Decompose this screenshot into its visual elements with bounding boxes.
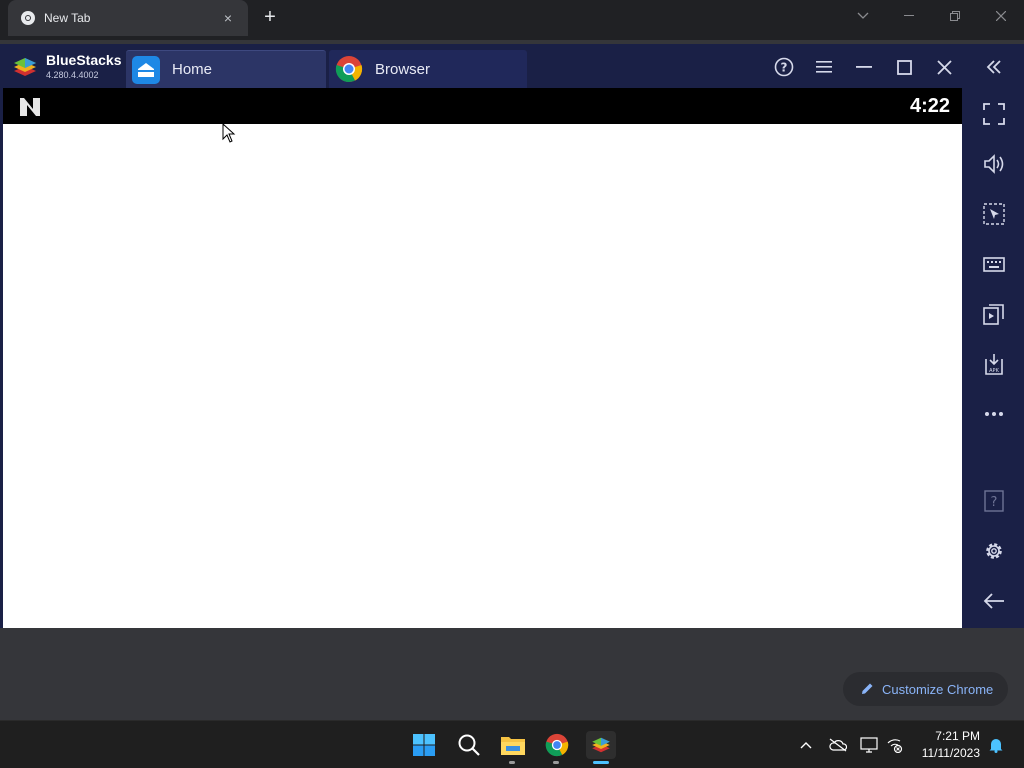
pencil-icon — [862, 683, 873, 694]
chevron-down-icon — [857, 12, 869, 19]
back-button[interactable] — [981, 588, 1007, 614]
chrome-tab-close-button[interactable]: × — [220, 10, 236, 26]
bluestacks-sidebar: APK ? — [964, 46, 1022, 628]
chrome-favicon-icon — [21, 11, 35, 25]
keyboard-icon — [983, 257, 1005, 272]
bluestacks-title-bar: BlueStacks 4.280.4.4002 Home Browser ? — [2, 46, 964, 88]
close-icon — [996, 11, 1006, 21]
chrome-tab-search-button[interactable] — [840, 0, 886, 32]
search-icon — [458, 734, 480, 756]
chrome-running-indicator — [553, 761, 559, 764]
install-apk-button[interactable]: APK — [981, 351, 1007, 377]
keyboard-button[interactable] — [981, 251, 1007, 277]
android-screen[interactable]: 4:22 — [3, 88, 962, 628]
install-apk-icon: APK — [985, 354, 1003, 375]
onedrive-icon — [829, 738, 847, 752]
android-clock: 4:22 — [909, 95, 950, 117]
collapse-sidebar-icon — [986, 60, 1001, 74]
select-area-icon — [983, 203, 1005, 225]
n-logo-icon — [20, 98, 40, 116]
android-status-bar: 4:22 — [3, 88, 962, 124]
network-icon — [887, 739, 903, 753]
notification-bell-icon — [989, 739, 1003, 753]
sidebar-help-button[interactable]: ? — [981, 488, 1007, 514]
svg-text:APK: APK — [989, 368, 999, 374]
display-icon — [860, 737, 878, 753]
tray-onedrive-button[interactable] — [828, 735, 848, 755]
help-icon: ? — [774, 57, 794, 77]
restore-icon — [950, 11, 960, 21]
bluestacks-window: BlueStacks 4.280.4.4002 Home Browser ? 4… — [0, 44, 1024, 628]
windows-start-icon — [413, 734, 435, 756]
bluestacks-icon — [592, 737, 610, 753]
chrome-tab-new-tab[interactable]: New Tab × — [8, 0, 248, 36]
close-icon — [936, 59, 952, 75]
fullscreen-button[interactable] — [981, 101, 1007, 127]
bluestacks-menu-button[interactable] — [811, 54, 837, 80]
bluestacks-maximize-button[interactable] — [891, 54, 917, 80]
tray-network-button[interactable] — [885, 735, 905, 755]
bluestacks-logo-icon — [14, 58, 36, 76]
file-explorer-running-indicator — [509, 761, 515, 764]
svg-text:?: ? — [991, 495, 998, 510]
collapse-sidebar-button[interactable] — [981, 54, 1007, 80]
help-icon: ? — [984, 490, 1004, 512]
bluestacks-active-indicator — [593, 761, 609, 764]
mouse-cursor-icon — [222, 123, 236, 143]
minimize-icon — [904, 15, 914, 16]
settings-icon — [986, 543, 1002, 559]
menu-icon — [816, 61, 832, 73]
chrome-restore-button[interactable] — [932, 0, 978, 32]
customize-chrome-button[interactable]: Customize Chrome — [843, 672, 1008, 706]
windows-taskbar: 7:21 PM 11/11/2023 — [0, 720, 1024, 768]
taskbar-bluestacks-button[interactable] — [586, 731, 616, 759]
fullscreen-icon — [983, 103, 1005, 125]
chrome-icon — [545, 733, 569, 757]
taskbar-start-button[interactable] — [410, 731, 438, 759]
bluestacks-close-button[interactable] — [931, 54, 957, 80]
taskbar-file-explorer-button[interactable] — [499, 731, 527, 759]
minimize-icon — [856, 66, 872, 68]
tab-home[interactable]: Home — [126, 50, 326, 88]
chrome-new-tab-button[interactable]: + — [260, 6, 280, 28]
taskbar-clock-time[interactable]: 7:21 PM — [935, 729, 980, 743]
more-button[interactable] — [981, 401, 1007, 427]
volume-icon — [984, 154, 1004, 174]
customize-chrome-label: Customize Chrome — [882, 681, 994, 697]
bluestacks-minimize-button[interactable] — [851, 54, 877, 80]
multi-instance-icon — [983, 304, 1004, 325]
tray-overflow-button[interactable] — [796, 735, 816, 755]
bluestacks-version: 4.280.4.4002 — [46, 70, 99, 80]
chrome-icon — [335, 56, 363, 83]
tab-browser-label: Browser — [375, 60, 431, 78]
taskbar-clock-date[interactable]: 11/11/2023 — [922, 746, 980, 760]
maximize-icon — [896, 59, 912, 75]
settings-button[interactable] — [981, 538, 1007, 564]
chrome-title-bar: New Tab × + — [0, 0, 1024, 40]
bluestacks-app-name: BlueStacks — [46, 52, 122, 68]
taskbar-search-button[interactable] — [455, 731, 483, 759]
multi-instance-button[interactable] — [981, 301, 1007, 327]
svg-text:?: ? — [781, 61, 788, 75]
chrome-tab-title: New Tab — [44, 11, 91, 25]
back-icon — [983, 593, 1004, 609]
tray-notifications-button[interactable] — [986, 735, 1006, 755]
chevron-up-icon — [800, 742, 812, 749]
file-explorer-icon — [501, 737, 525, 755]
tab-browser[interactable]: Browser — [329, 50, 527, 88]
more-icon — [985, 412, 1003, 416]
chrome-close-button[interactable] — [978, 0, 1024, 32]
home-icon — [132, 55, 160, 84]
tab-home-label: Home — [172, 61, 213, 78]
taskbar-chrome-button[interactable] — [543, 731, 571, 759]
tray-display-button[interactable] — [859, 735, 879, 755]
volume-button[interactable] — [981, 151, 1007, 177]
select-area-button[interactable] — [981, 201, 1007, 227]
chrome-minimize-button[interactable] — [886, 0, 932, 32]
bluestacks-help-button[interactable]: ? — [771, 54, 797, 80]
